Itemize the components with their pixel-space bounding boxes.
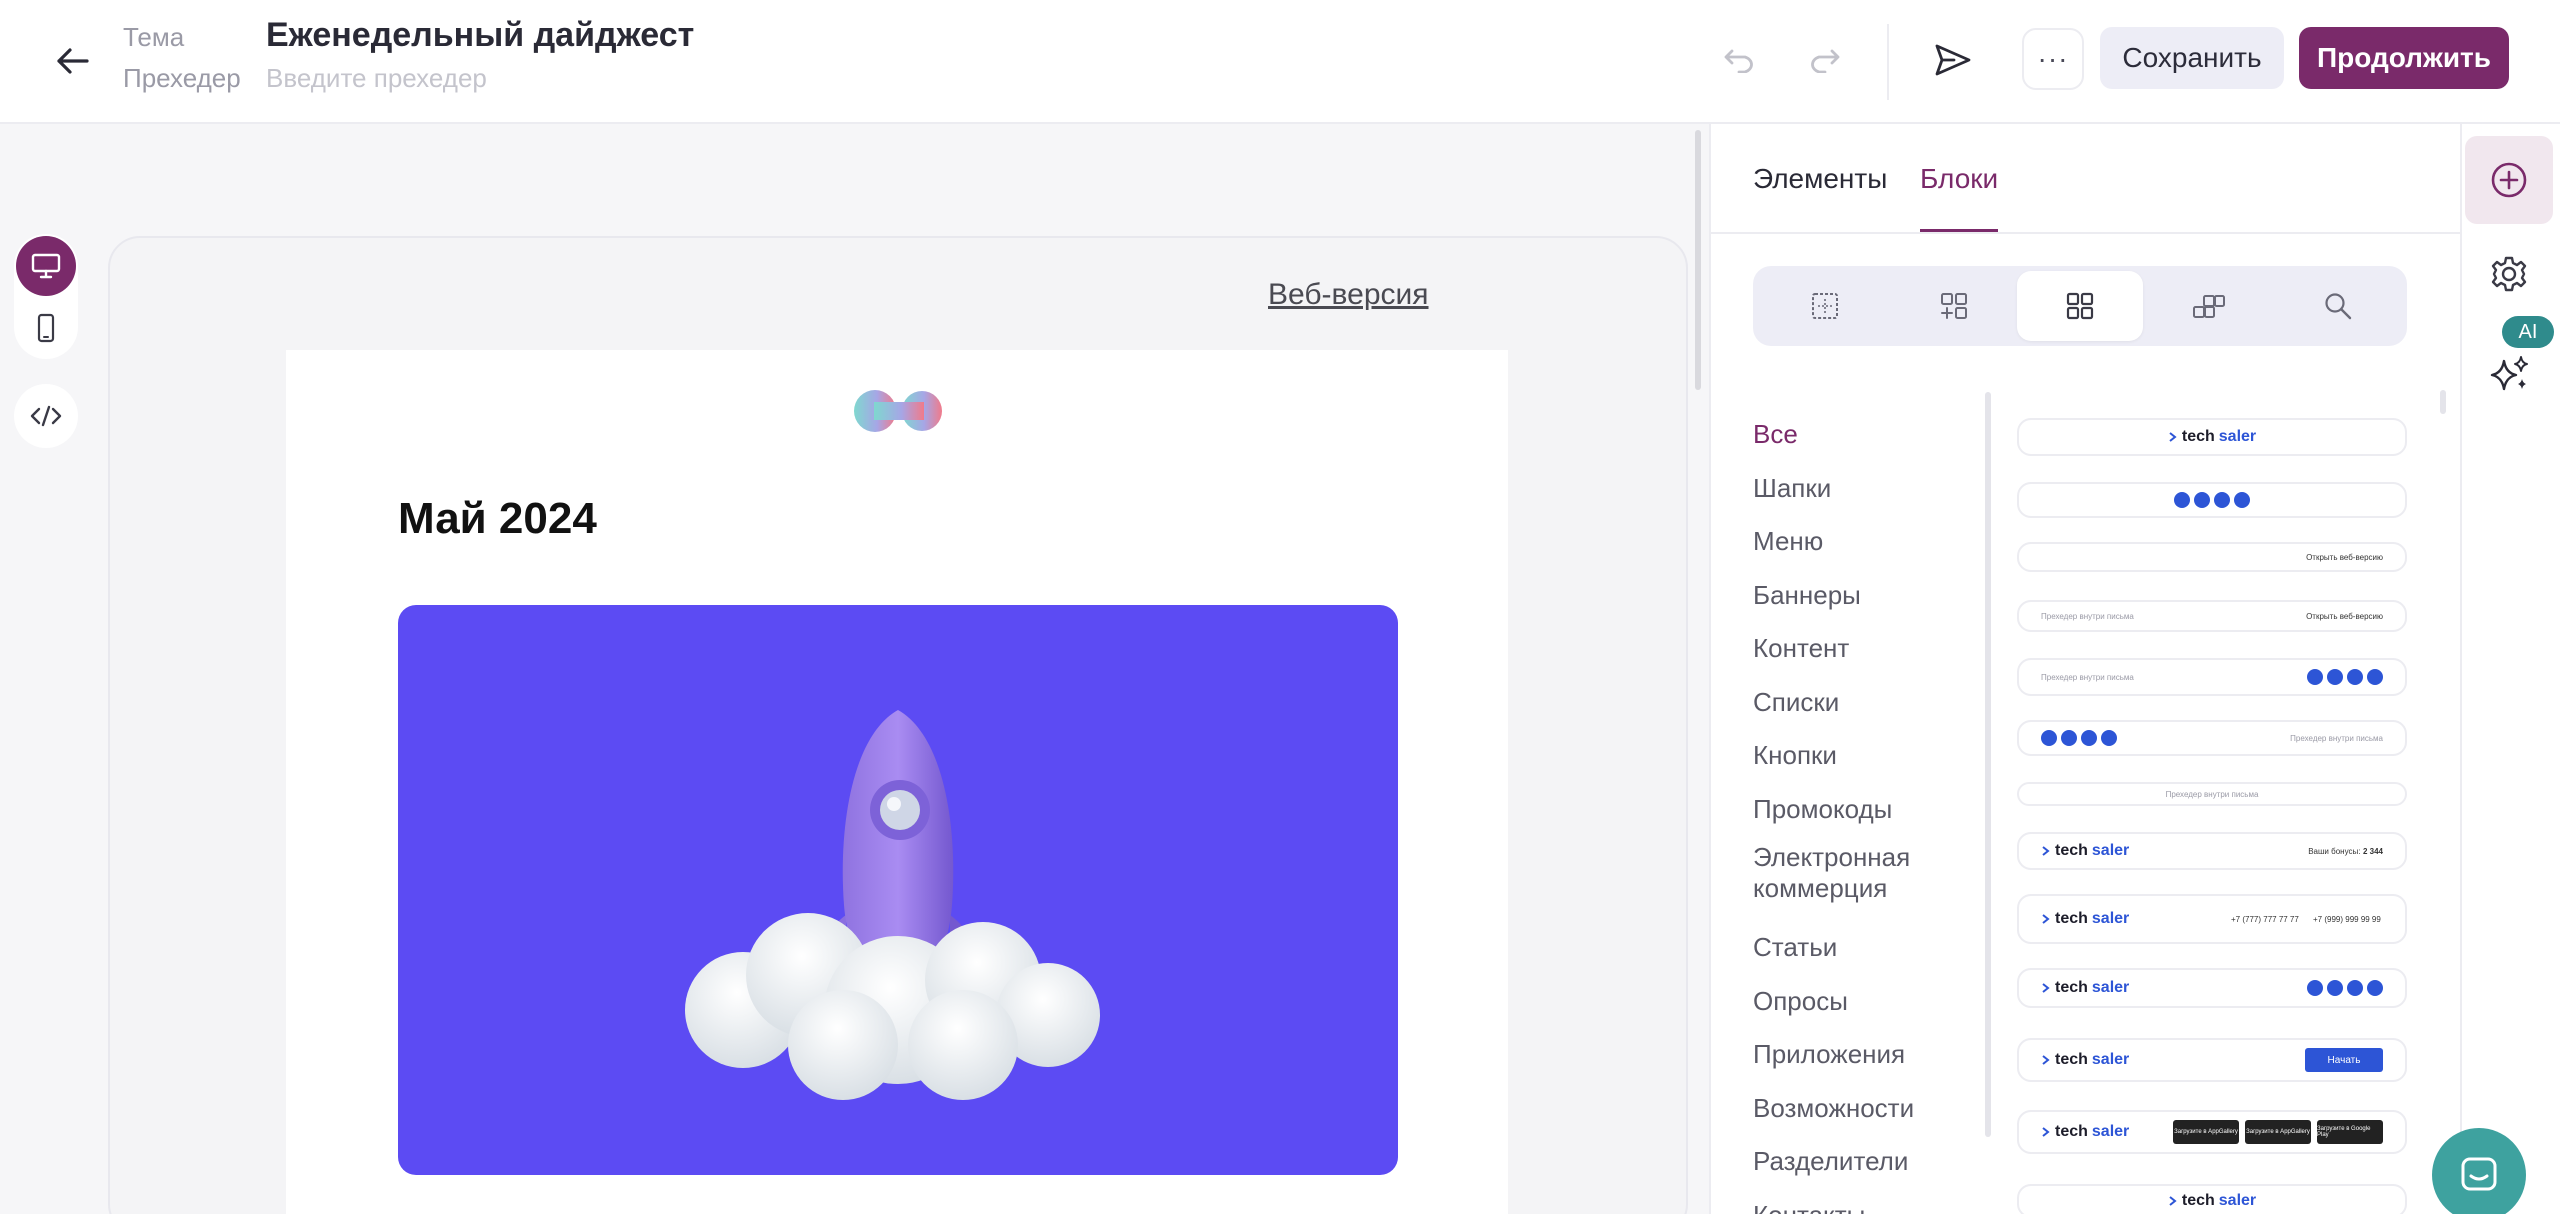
- more-options-button[interactable]: ···: [2022, 28, 2084, 90]
- blocks-scrollbar[interactable]: [2440, 390, 2446, 414]
- block-preview[interactable]: Прехедер внутри письма Открыть веб-версию: [2017, 600, 2407, 632]
- techsaler-logo: tech saler: [2168, 428, 2256, 446]
- social-icons: [2041, 730, 2117, 746]
- app-store-badge: Загрузите в AppGallery: [2173, 1120, 2239, 1144]
- category-lists[interactable]: Списки: [1753, 682, 1983, 736]
- code-view-icon[interactable]: [14, 384, 78, 448]
- search-icon[interactable]: [2275, 271, 2401, 341]
- category-list: Все Шапки Меню Баннеры Контент Списки Кн…: [1753, 414, 1983, 1214]
- ai-badge: AI: [2502, 316, 2554, 348]
- save-button[interactable]: Сохранить: [2100, 27, 2284, 89]
- top-bar: Тема Прехедер Еженедельный дайджест ··· …: [0, 0, 2560, 124]
- block-preview[interactable]: tech saler +7 (777) 777 77 77 +7 (999) 999…: [2017, 894, 2407, 944]
- category-scrollbar[interactable]: [1985, 392, 1991, 1137]
- category-polls[interactable]: Опросы: [1753, 981, 1983, 1035]
- category-apps[interactable]: Приложения: [1753, 1034, 1983, 1088]
- device-switcher: [14, 234, 78, 359]
- phone-number: +7 (999) 999 99 99: [2313, 914, 2381, 924]
- category-headers[interactable]: Шапки: [1753, 468, 1983, 522]
- preheader-input[interactable]: [266, 60, 766, 96]
- category-content[interactable]: Контент: [1753, 628, 1983, 682]
- hero-image[interactable]: [398, 605, 1398, 1175]
- category-ecommerce[interactable]: Электронная коммерция: [1753, 842, 1983, 927]
- category-banners[interactable]: Баннеры: [1753, 575, 1983, 629]
- block-preview[interactable]: tech saler: [2017, 418, 2407, 456]
- social-icons: [2307, 980, 2383, 996]
- layout-grid-icon[interactable]: [1762, 271, 1888, 341]
- block-preview[interactable]: tech saler: [2017, 1184, 2407, 1214]
- app-store-badge: Загрузите в Google Play: [2317, 1120, 2383, 1144]
- category-all[interactable]: Все: [1753, 414, 1983, 468]
- theme-label: Тема: [123, 22, 185, 52]
- tab-elements[interactable]: Элементы: [1753, 163, 1887, 195]
- techsaler-logo: tech saler: [2041, 842, 2129, 860]
- settings-gear-icon[interactable]: [2485, 250, 2533, 298]
- block-filter-toolbar: [1753, 266, 2407, 346]
- brand-logo[interactable]: [852, 388, 946, 434]
- web-version-link[interactable]: Веб-версия: [1268, 278, 1429, 312]
- app-store-badge: Загрузите в AppGallery: [2245, 1120, 2311, 1144]
- desktop-view-icon[interactable]: [16, 236, 76, 296]
- stacked-blocks-icon[interactable]: [2146, 271, 2272, 341]
- redo-icon[interactable]: [1797, 34, 1849, 86]
- tab-blocks[interactable]: Блоки: [1920, 163, 1998, 195]
- techsaler-logo: tech saler: [2041, 1051, 2129, 1069]
- social-icons: [2307, 669, 2383, 685]
- block-preview[interactable]: Открыть веб-версию: [2017, 542, 2407, 572]
- continue-button[interactable]: Продолжить: [2299, 27, 2509, 89]
- category-dividers[interactable]: Разделители: [1753, 1141, 1983, 1195]
- category-features[interactable]: Возможности: [1753, 1088, 1983, 1142]
- category-buttons[interactable]: Кнопки: [1753, 735, 1983, 789]
- blocks-grid-icon[interactable]: [2017, 271, 2143, 341]
- block-preview[interactable]: tech saler Загрузите в AppGallery Загрузит…: [2017, 1110, 2407, 1154]
- block-preview[interactable]: tech saler: [2017, 968, 2407, 1008]
- techsaler-logo: tech saler: [2041, 910, 2129, 928]
- mobile-view-icon[interactable]: [16, 298, 76, 358]
- canvas-scrollbar[interactable]: [1695, 130, 1701, 390]
- phone-number: +7 (777) 777 77 77: [2231, 914, 2299, 924]
- start-button-preview: Начать: [2305, 1048, 2383, 1072]
- block-preview[interactable]: tech saler Начать: [2017, 1038, 2407, 1082]
- email-heading[interactable]: Май 2024: [398, 494, 597, 544]
- block-preview[interactable]: Прехедер внутри письма: [2017, 658, 2407, 696]
- support-chat-icon[interactable]: [2432, 1128, 2526, 1214]
- ai-sparkle-icon[interactable]: [2483, 350, 2537, 398]
- techsaler-logo: tech saler: [2041, 979, 2129, 997]
- add-block-icon[interactable]: [2465, 136, 2553, 224]
- document-title[interactable]: Еженедельный дайджест: [266, 16, 694, 55]
- category-menu[interactable]: Меню: [1753, 521, 1983, 575]
- block-preview[interactable]: [2017, 482, 2407, 518]
- undo-icon[interactable]: [1715, 34, 1767, 86]
- back-arrow-icon[interactable]: [50, 38, 96, 84]
- social-icons: [2174, 492, 2250, 508]
- block-preview[interactable]: Прехедер внутри письма: [2017, 782, 2407, 806]
- techsaler-logo: tech saler: [2168, 1192, 2256, 1210]
- techsaler-logo: tech saler: [2041, 1123, 2129, 1141]
- category-articles[interactable]: Статьи: [1753, 927, 1983, 981]
- send-icon[interactable]: [1927, 34, 1979, 86]
- tabs-divider: [1709, 232, 2460, 234]
- category-promocodes[interactable]: Промокоды: [1753, 789, 1983, 843]
- preheader-label: Прехедер: [123, 63, 241, 93]
- category-contacts[interactable]: Контакты: [1753, 1195, 1983, 1214]
- toolbar-separator: [1887, 24, 1889, 100]
- add-grid-icon[interactable]: [1891, 271, 2017, 341]
- block-preview[interactable]: tech saler Ваши бонусы: 2 344: [2017, 832, 2407, 870]
- block-preview[interactable]: Прехедер внутри письма: [2017, 720, 2407, 756]
